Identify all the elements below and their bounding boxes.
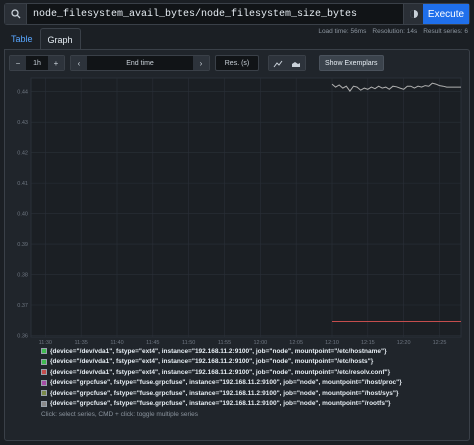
history-icon[interactable] — [403, 4, 423, 24]
x-tick-label: 11:55 — [218, 340, 231, 345]
prev-time-button[interactable]: ‹ — [71, 56, 87, 70]
graph-controls: − 1h + ‹ End time › Res. (s) Show Exempl… — [9, 55, 384, 71]
legend-item[interactable]: {device="/dev/vda1", fstype="ext4", inst… — [41, 346, 461, 356]
end-time-group: ‹ End time › — [70, 55, 210, 71]
x-tick-label: 12:00 — [253, 340, 267, 345]
x-tick-label: 12:15 — [361, 340, 375, 345]
y-tick-label: 0.40 — [17, 212, 28, 218]
x-tick-label: 12:05 — [289, 340, 303, 345]
x-tick-label: 11:30 — [39, 340, 52, 345]
stacked-chart-icon[interactable] — [287, 56, 305, 70]
legend-label: {device="grpcfuse", fstype="fuse.grpcfus… — [50, 389, 399, 397]
plot-area — [30, 77, 462, 338]
tab-graph[interactable]: Graph — [39, 28, 81, 50]
range-group: − 1h + — [9, 55, 65, 71]
next-time-button[interactable]: › — [193, 56, 209, 70]
range-input[interactable]: 1h — [26, 56, 48, 70]
result-series: Result series: 6 — [423, 28, 468, 35]
search-icon — [5, 4, 27, 24]
y-tick-label: 0.42 — [17, 151, 28, 157]
y-tick-label: 0.37 — [17, 303, 28, 309]
range-decrease-button[interactable]: − — [10, 56, 26, 70]
execute-button[interactable]: Execute — [423, 4, 469, 24]
legend-label: {device="/dev/vda1", fstype="ext4", inst… — [50, 358, 374, 365]
graph-svg[interactable]: 0.44 0.43 0.42 0.41 0.40 0.39 0.38 0.37 0.36 11:3… — [9, 75, 465, 345]
legend-items: {device="/dev/vda1", fstype="ext4", inst… — [41, 346, 461, 409]
legend-label: {device="grpcfuse", fstype="fuse.grpcfus… — [50, 400, 391, 407]
end-time-input[interactable]: End time — [87, 56, 193, 70]
query-input[interactable]: node_filesystem_avail_bytes/node_filesys… — [27, 4, 403, 24]
y-tick-label: 0.41 — [17, 181, 28, 187]
legend-item[interactable]: {device="grpcfuse", fstype="fuse.grpcfus… — [41, 388, 461, 398]
load-time: Load time: 56ms — [318, 28, 367, 35]
query-stats: Load time: 56ms Resolution: 14s Result s… — [318, 28, 468, 35]
y-tick-label: 0.43 — [17, 120, 28, 126]
legend: {device="/dev/vda1", fstype="ext4", inst… — [41, 346, 461, 418]
chart-type-group — [268, 55, 306, 71]
legend-item[interactable]: {device="grpcfuse", fstype="fuse.grpcfus… — [41, 378, 461, 388]
y-tick-label: 0.44 — [17, 90, 28, 96]
legend-item[interactable]: {device="grpcfuse", fstype="fuse.grpcfus… — [41, 399, 461, 409]
legend-swatch — [41, 358, 47, 365]
show-exemplars-button[interactable]: Show Exemplars — [319, 55, 384, 71]
legend-label: {device="grpcfuse", fstype="fuse.grpcfus… — [50, 379, 402, 386]
resolution: Resolution: 14s — [372, 28, 418, 35]
x-tick-label: 11:40 — [110, 340, 123, 345]
line-chart-icon[interactable] — [269, 56, 287, 70]
x-tick-label: 11:35 — [74, 340, 87, 345]
legend-label: {device="/dev/vda1", fstype="ext4", inst… — [50, 368, 391, 376]
range-increase-button[interactable]: + — [48, 56, 64, 70]
legend-hint: Click: select series, CMD + click: toggl… — [41, 410, 198, 418]
x-tick-label: 11:45 — [146, 340, 159, 345]
x-tick-label: 12:20 — [397, 340, 411, 345]
graph-chart: 0.44 0.43 0.42 0.41 0.40 0.39 0.38 0.37 0.36 11:3… — [9, 75, 465, 345]
x-tick-label: 12:25 — [433, 340, 447, 345]
legend-item[interactable]: {device="/dev/vda1", fstype="ext4", inst… — [41, 357, 461, 367]
graph-panel: − 1h + ‹ End time › Res. (s) Show Exempl… — [4, 49, 470, 441]
query-bar: node_filesystem_avail_bytes/node_filesys… — [4, 3, 470, 25]
legend-swatch — [41, 390, 47, 396]
legend-swatch — [41, 400, 47, 407]
view-tabs: Table Graph — [4, 28, 81, 50]
x-tick-label: 11:50 — [182, 340, 195, 345]
legend-item[interactable]: {device="/dev/vda1", fstype="ext4", inst… — [41, 367, 461, 377]
y-tick-label: 0.36 — [17, 333, 28, 339]
legend-swatch — [41, 348, 47, 354]
resolution-input[interactable]: Res. (s) — [215, 55, 259, 71]
legend-swatch — [41, 379, 47, 386]
legend-label: {device="/dev/vda1", fstype="ext4", inst… — [50, 347, 387, 355]
y-tick-label: 0.39 — [17, 242, 28, 248]
x-tick-label: 12:10 — [325, 340, 339, 345]
y-tick-label: 0.38 — [17, 273, 28, 279]
tab-table[interactable]: Table — [4, 28, 40, 50]
legend-swatch — [41, 369, 47, 375]
